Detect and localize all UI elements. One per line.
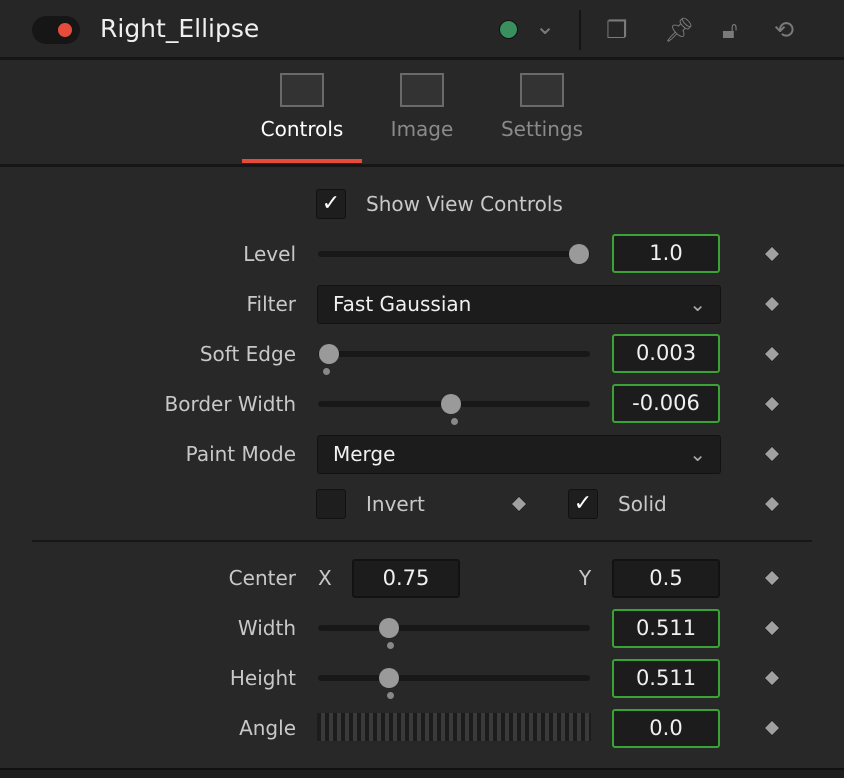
- default-marker: [387, 692, 395, 699]
- angle-input[interactable]: 0.0: [612, 709, 720, 748]
- chevron-down-icon[interactable]: ⌄: [535, 12, 555, 40]
- level-slider[interactable]: [318, 244, 590, 264]
- keyframe-diamond-icon[interactable]: [763, 669, 781, 687]
- lock-icon[interactable]: 🔓︎: [722, 16, 738, 44]
- keyframe-diamond-icon[interactable]: [763, 619, 781, 637]
- keyframe-diamond-icon[interactable]: [763, 395, 781, 413]
- slider-knob[interactable]: [378, 618, 399, 638]
- section-divider: [32, 540, 812, 542]
- tab-bar: Controls Image Settings: [0, 63, 844, 167]
- center-y-input[interactable]: 0.5: [612, 559, 720, 598]
- width-label: Width: [237, 616, 296, 640]
- keyframe-diamond-icon[interactable]: [763, 445, 781, 463]
- border-width-input[interactable]: -0.006: [612, 384, 720, 423]
- paint-mode-value: Merge: [333, 442, 396, 466]
- reset-icon[interactable]: ⟲: [774, 16, 794, 44]
- versions-icon[interactable]: ❐: [606, 16, 628, 44]
- slider-knob[interactable]: [378, 668, 399, 688]
- slider-knob[interactable]: [318, 344, 339, 364]
- center-x-input[interactable]: 0.75: [352, 559, 460, 598]
- node-title: Right_Ellipse: [100, 14, 260, 43]
- keyframe-diamond-icon[interactable]: [763, 569, 781, 587]
- chevron-down-icon: ⌄: [689, 442, 706, 466]
- center-label: Center: [228, 566, 296, 590]
- center-x-label: X: [318, 566, 332, 590]
- keyframe-diamond-icon[interactable]: [763, 495, 781, 513]
- border-width-label: Border Width: [164, 392, 296, 416]
- height-label: Height: [229, 666, 296, 690]
- center-y-label: Y: [579, 566, 592, 590]
- invert-label: Invert: [366, 492, 425, 516]
- active-tab-indicator: [242, 159, 362, 163]
- tab-label: Image: [390, 117, 454, 141]
- keyframe-diamond-icon[interactable]: [763, 345, 781, 363]
- solid-checkbox[interactable]: ✓: [568, 489, 598, 519]
- filter-dropdown[interactable]: Fast Gaussian ⌄: [317, 285, 721, 324]
- image-icon: [400, 73, 444, 107]
- tab-controls[interactable]: Controls: [242, 73, 362, 141]
- tab-image[interactable]: Image: [362, 73, 482, 141]
- node-enable-toggle[interactable]: [32, 16, 80, 44]
- settings-gear-icon: [520, 73, 564, 107]
- invert-checkbox[interactable]: [316, 489, 346, 519]
- height-input[interactable]: 0.511: [612, 659, 720, 698]
- slider-knob[interactable]: [569, 244, 590, 264]
- paint-mode-label: Paint Mode: [185, 442, 296, 466]
- keyframe-diamond-icon[interactable]: [763, 719, 781, 737]
- inspector-header: Right_Ellipse ⌄ ❐ 📌︎ 🔓︎ ⟲: [0, 0, 844, 60]
- magic-wand-icon: [280, 73, 324, 107]
- default-marker: [451, 418, 458, 425]
- tab-settings[interactable]: Settings: [482, 73, 602, 141]
- soft-edge-slider[interactable]: [318, 344, 590, 375]
- tab-label: Controls: [260, 117, 344, 141]
- filter-value: Fast Gaussian: [333, 292, 472, 316]
- soft-edge-input[interactable]: 0.003: [612, 334, 720, 373]
- width-slider[interactable]: [318, 618, 590, 649]
- angle-label: Angle: [239, 716, 296, 740]
- width-input[interactable]: 0.511: [612, 609, 720, 648]
- soft-edge-label: Soft Edge: [199, 342, 296, 366]
- panel-bottom-edge: [0, 768, 844, 778]
- level-input[interactable]: 1.0: [612, 234, 720, 273]
- keyframe-diamond-icon[interactable]: [763, 245, 781, 263]
- filter-label: Filter: [246, 292, 296, 316]
- show-view-controls-checkbox[interactable]: ✓: [316, 189, 346, 219]
- chevron-down-icon: ⌄: [689, 292, 706, 316]
- divider: [579, 10, 581, 50]
- tab-label: Settings: [500, 117, 584, 141]
- default-marker: [387, 642, 395, 649]
- pin-icon[interactable]: 📌︎: [664, 16, 694, 44]
- level-label: Level: [243, 242, 296, 266]
- slider-knob[interactable]: [441, 394, 462, 414]
- keyframe-diamond-icon[interactable]: [510, 495, 528, 513]
- solid-label: Solid: [618, 492, 667, 516]
- default-marker: [323, 368, 331, 375]
- border-width-slider[interactable]: [318, 394, 590, 425]
- angle-thumbwheel[interactable]: [317, 713, 591, 741]
- show-view-controls-label: Show View Controls: [366, 192, 563, 216]
- height-slider[interactable]: [318, 668, 590, 699]
- keyframe-diamond-icon[interactable]: [763, 295, 781, 313]
- color-dot-icon[interactable]: [499, 20, 518, 39]
- paint-mode-dropdown[interactable]: Merge ⌄: [317, 435, 721, 474]
